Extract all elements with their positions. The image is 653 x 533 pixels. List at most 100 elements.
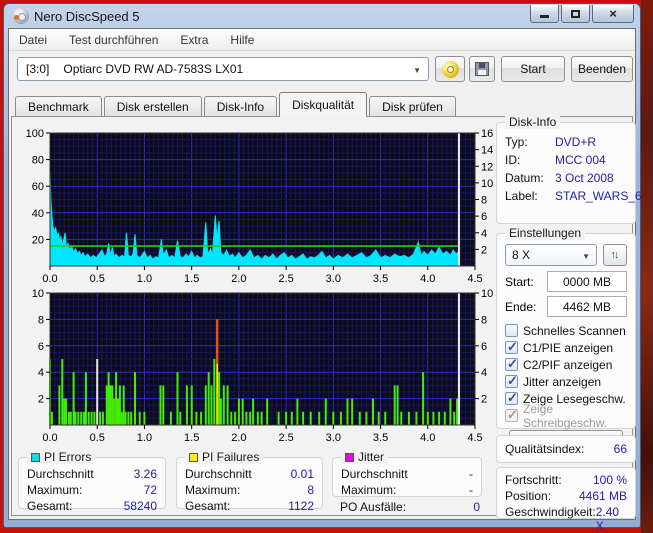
checkbox-jitter[interactable]: Jitter anzeigen (505, 373, 627, 390)
svg-text:10: 10 (32, 288, 44, 300)
checkbox (505, 390, 518, 406)
jitter-legend-swatch (345, 452, 354, 462)
toolbar: [3:0] Optiarc DVD RW AD-7583S LX01 ▼ Sta… (9, 54, 635, 86)
pi-errors-legend-swatch (31, 452, 40, 462)
minimize-icon (540, 15, 549, 18)
svg-text:0.0: 0.0 (42, 273, 57, 283)
quality-label: Qualitätsindex: (505, 442, 585, 456)
end-field[interactable]: 4462 MB (547, 296, 627, 317)
svg-text:2.5: 2.5 (278, 273, 293, 283)
start-button[interactable]: Start (501, 56, 565, 82)
disk-label-row: Label: STAR_WARS_6 (505, 189, 642, 203)
eject-disc-button[interactable] (435, 56, 465, 82)
speed-select[interactable]: 8 X ▼ (505, 244, 597, 266)
po-failures-row: PO Ausfälle: 0 (340, 500, 480, 514)
tab-disk-pruefen[interactable]: Disk prüfen (369, 96, 456, 117)
minimize-button[interactable] (530, 5, 559, 23)
menu-hilfe[interactable]: Hilfe (230, 33, 254, 47)
svg-text:10: 10 (481, 288, 493, 300)
menu-test-durchfuehren[interactable]: Test durchführen (69, 33, 158, 47)
position-row: Position: 4461 MB (505, 489, 627, 503)
app-window: Nero DiscSpeed 5 × Datei Test durchführe… (3, 3, 642, 533)
svg-text:4: 4 (481, 228, 487, 240)
menu-extra[interactable]: Extra (180, 33, 208, 47)
tab-diskqualitaet[interactable]: Diskqualität (279, 92, 368, 117)
tab-disk-erstellen[interactable]: Disk erstellen (103, 96, 202, 117)
pi-errors-stats-box: PI Errors Durchschnitt 3.26 Maximum: 72 Ge… (18, 450, 166, 513)
disk-date-row: Datum: 3 Oct 2008 (505, 171, 614, 185)
speed-row: Geschwindigkeit: 2.40 X (505, 505, 620, 533)
svg-text:100: 100 (26, 128, 44, 140)
checkbox-schnelles-scannen[interactable]: Schnelles Scannen (505, 322, 627, 339)
settings-title: Einstellungen (505, 226, 586, 240)
svg-text:1.0: 1.0 (137, 273, 152, 283)
checkbox-c1-pie[interactable]: C1/PIE anzeigen (505, 339, 627, 356)
close-icon: × (609, 6, 617, 21)
disk-info-title: Disk-Info (505, 115, 561, 129)
svg-text:4.5: 4.5 (467, 432, 482, 441)
pi-errors-chart: 20 40 60 80 100 2 4 6 8 10 12 14 16 0.0 0.5 1.0 1.5 2.0 2.… (26, 128, 494, 283)
start-field[interactable]: 0000 MB (547, 271, 627, 292)
svg-text:2: 2 (481, 244, 487, 256)
stat-row: Gesamt: 1122 (185, 499, 314, 513)
checkbox (505, 407, 518, 423)
refresh-button[interactable]: ↑↓ (603, 244, 627, 266)
svg-text:0.0: 0.0 (42, 432, 57, 441)
quality-index-box: Qualitätsindex: 66 (496, 435, 636, 463)
checkbox (505, 356, 518, 372)
svg-text:14: 14 (481, 145, 493, 157)
checkbox (505, 373, 518, 389)
disc-icon (441, 60, 459, 78)
checkbox-c2-pif[interactable]: C2/PIF anzeigen (505, 356, 627, 373)
tab-strip: Benchmark Disk erstellen Disk-Info Diskq… (15, 92, 458, 117)
checkbox-schreibgeschw: Zeige Schreibgeschw. (505, 402, 627, 430)
pi-failures-title: PI Failures (202, 450, 260, 464)
stat-row: Maximum: 8 (185, 483, 314, 497)
maximize-icon (571, 9, 580, 18)
window-title: Nero DiscSpeed 5 (34, 8, 140, 24)
progress-row: Fortschritt: 100 % (505, 473, 627, 487)
stat-row: Maximum: 72 (27, 483, 157, 497)
svg-text:1.5: 1.5 (184, 273, 199, 283)
drive-bus: [3:0] (26, 62, 50, 76)
svg-text:6: 6 (481, 211, 487, 223)
chevron-down-icon: ▼ (582, 252, 590, 261)
svg-text:4.0: 4.0 (420, 273, 435, 283)
svg-text:2: 2 (481, 394, 487, 406)
titlebar: Nero DiscSpeed 5 × (8, 4, 636, 28)
tab-disk-info[interactable]: Disk-Info (203, 96, 278, 117)
svg-text:4: 4 (38, 367, 44, 379)
checkbox (505, 339, 518, 355)
stat-row: Durchschnitt 3.26 (27, 467, 157, 481)
svg-text:10: 10 (481, 178, 493, 190)
svg-text:0.5: 0.5 (90, 273, 105, 283)
drive-name: Optiarc DVD RW AD-7583S LX01 (63, 62, 244, 76)
svg-text:6: 6 (38, 341, 44, 353)
svg-text:3.5: 3.5 (373, 432, 388, 441)
svg-text:4.5: 4.5 (467, 273, 482, 283)
drive-selector[interactable]: [3:0] Optiarc DVD RW AD-7583S LX01 ▼ (17, 57, 429, 81)
diskqualitaet-page: 20 40 60 80 100 2 4 6 8 10 12 14 16 0.0 0.5 1.0 1.5 2.0 2.… (11, 115, 642, 533)
svg-text:2: 2 (38, 394, 44, 406)
save-button[interactable] (469, 56, 495, 82)
menu-datei[interactable]: Datei (19, 33, 47, 47)
settings-box: Einstellungen 8 X ▼ ↑↓ Start: 0000 MB En… (496, 226, 636, 452)
svg-text:4: 4 (481, 367, 487, 379)
stat-row: Gesamt: 58240 (27, 499, 157, 513)
jitter-stats-box: Jitter Durchschnitt - Maximum: - (332, 450, 482, 497)
svg-text:8: 8 (481, 314, 487, 326)
svg-text:6: 6 (481, 341, 487, 353)
svg-text:2.5: 2.5 (278, 432, 293, 441)
quit-button[interactable]: Beenden (571, 56, 633, 82)
maximize-button[interactable] (561, 5, 590, 23)
close-button[interactable]: × (592, 5, 634, 23)
floppy-disk-icon (475, 62, 489, 76)
tab-benchmark[interactable]: Benchmark (15, 96, 102, 117)
svg-text:3.0: 3.0 (326, 432, 341, 441)
client-area: Datei Test durchführen Extra Hilfe [3:0]… (8, 28, 642, 533)
menubar: Datei Test durchführen Extra Hilfe (9, 29, 635, 51)
svg-text:40: 40 (32, 208, 44, 220)
svg-text:16: 16 (481, 128, 493, 140)
disk-type-row: Typ: DVD+R (505, 135, 597, 149)
start-label: Start: (505, 274, 534, 289)
